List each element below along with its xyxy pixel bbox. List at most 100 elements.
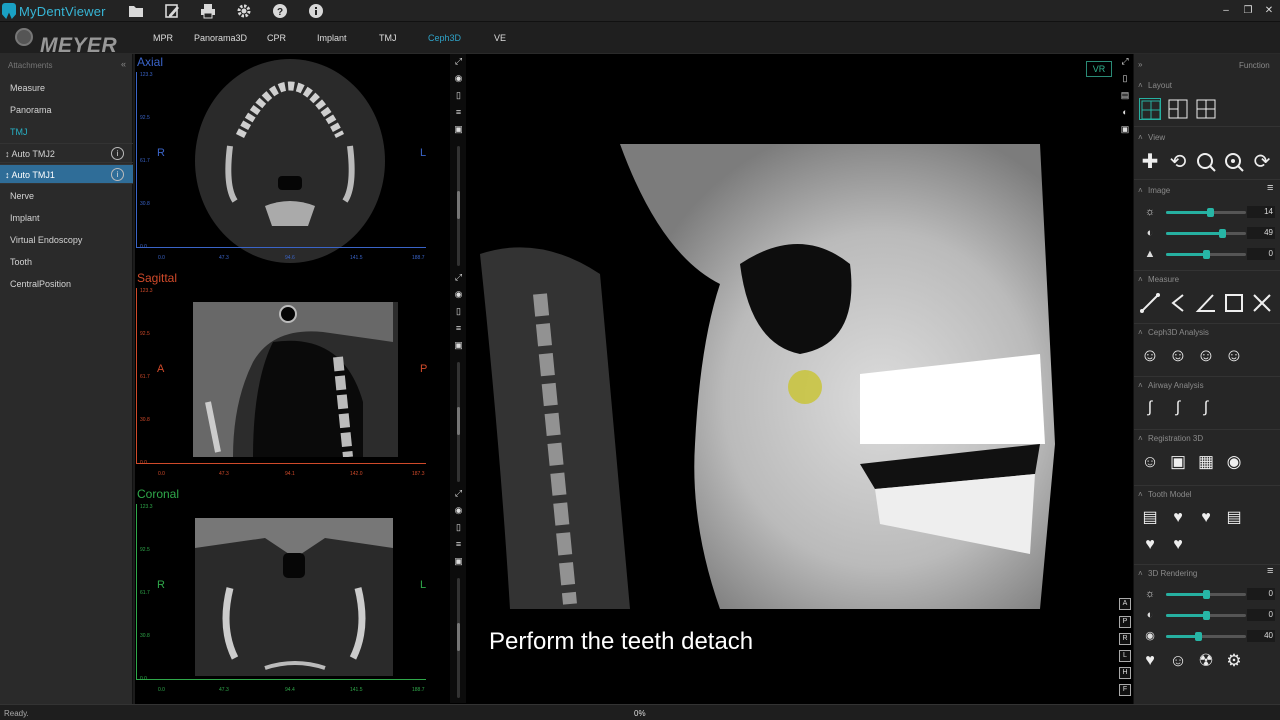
histogram-icon[interactable]: ▯ — [1119, 72, 1131, 84]
eye-icon[interactable]: ◉ — [453, 289, 464, 300]
menu-icon[interactable]: ≡ — [453, 539, 464, 550]
render-contrast-value[interactable]: 0 — [1247, 609, 1275, 621]
zoom-fit-icon[interactable] — [1223, 151, 1245, 173]
scrollbar-thumb[interactable] — [457, 407, 460, 435]
menu-icon[interactable]: ≡ — [453, 107, 464, 118]
histogram-icon[interactable]: ▯ — [453, 90, 464, 101]
dental-arch-icon[interactable]: ▤ — [1223, 507, 1245, 529]
reset-icon[interactable]: ⟳ — [1251, 151, 1273, 173]
tab-implant[interactable]: Implant — [317, 33, 347, 43]
slider-knob[interactable] — [1195, 632, 1202, 641]
collapse-left-icon[interactable]: « — [121, 59, 126, 69]
chevron-up-icon[interactable]: ˄ — [1138, 490, 1143, 499]
sidebar-item-tmj[interactable]: TMJ — [0, 122, 133, 142]
chevron-up-icon[interactable]: ˄ — [1138, 133, 1143, 142]
chevron-up-icon[interactable]: ˄ — [1138, 186, 1143, 195]
axial-scrollbar[interactable] — [457, 146, 460, 266]
chevron-up-icon[interactable]: ˄ — [1138, 434, 1143, 443]
tab-ve[interactable]: VE — [494, 33, 506, 43]
airway-icon[interactable]: ∫ — [1167, 397, 1189, 419]
chevron-up-icon[interactable]: ˄ — [1138, 328, 1143, 337]
info-icon[interactable]: i — [111, 147, 124, 160]
chevron-up-icon[interactable]: ˄ — [1138, 275, 1143, 284]
render-brightness-value[interactable]: 0 — [1247, 588, 1275, 600]
tab-tmj[interactable]: TMJ — [379, 33, 397, 43]
sagittal-viewport[interactable]: Sagittal 123.3 92.5 61.7 30.8 0.0 0.0 47… — [135, 270, 466, 487]
edit-icon[interactable] — [164, 3, 180, 19]
slider-knob[interactable] — [1203, 250, 1210, 259]
render-contrast-slider[interactable] — [1166, 611, 1246, 620]
camera-icon[interactable]: ▣ — [1119, 123, 1131, 135]
folder-icon[interactable] — [128, 3, 144, 19]
scrollbar-thumb[interactable] — [457, 623, 460, 651]
slider-knob[interactable] — [1207, 208, 1214, 217]
camera-icon[interactable]: ▣ — [453, 340, 464, 351]
sidebar-item-nerve[interactable]: Nerve — [0, 186, 133, 206]
collapse-right-icon[interactable]: » — [1138, 60, 1142, 69]
view-left-button[interactable]: L — [1119, 650, 1131, 662]
image-menu-icon[interactable]: ≡ — [1267, 182, 1273, 194]
ceph-head-icon[interactable]: ☺ — [1139, 344, 1161, 366]
print-icon[interactable] — [200, 3, 216, 19]
tab-cpr[interactable]: CPR — [267, 33, 286, 43]
render-opacity-value[interactable]: 40 — [1247, 630, 1275, 642]
render-head-icon[interactable]: ☺ — [1167, 650, 1189, 672]
rectangle-icon[interactable] — [1223, 292, 1245, 314]
histogram-icon[interactable]: ▯ — [453, 306, 464, 317]
slider-knob[interactable] — [1219, 229, 1226, 238]
chevron-up-icon[interactable]: ˄ — [1138, 81, 1143, 90]
tooth-split-icon[interactable]: ♥ — [1195, 507, 1217, 529]
layout-1-icon[interactable] — [1139, 98, 1161, 120]
fullscreen-icon[interactable]: ⤢ — [1119, 55, 1131, 67]
polyline-icon[interactable] — [1167, 292, 1189, 314]
tooth-icon[interactable]: ♥ — [1167, 534, 1189, 556]
render-brightness-slider[interactable] — [1166, 590, 1246, 599]
eye-icon[interactable]: ◉ — [453, 73, 464, 84]
volume-render-view[interactable]: VR Perform the teeth detach — [466, 54, 1133, 704]
camera-icon[interactable]: ▣ — [453, 124, 464, 135]
gear-icon[interactable] — [236, 3, 252, 19]
minimize-icon[interactable]: – — [1219, 4, 1233, 18]
menu-icon[interactable]: ≡ — [453, 323, 464, 334]
chevron-up-icon[interactable]: ˄ — [1138, 569, 1143, 578]
ceph-head-icon[interactable]: ☺ — [1223, 344, 1245, 366]
registration-head-icon[interactable]: ☺ — [1139, 451, 1161, 473]
hatch-icon[interactable]: ▤ — [1119, 89, 1131, 101]
render-opacity-slider[interactable] — [1166, 632, 1246, 641]
maximize-icon[interactable]: ⤢ — [453, 272, 464, 283]
ceph-head-icon[interactable]: ☺ — [1195, 344, 1217, 366]
airway-icon[interactable]: ∫ — [1139, 397, 1161, 419]
render-skull-icon[interactable]: ☢ — [1195, 650, 1217, 672]
ceph-head-icon[interactable]: ☺ — [1167, 344, 1189, 366]
dental-arch-icon[interactable]: ▤ — [1139, 507, 1161, 529]
image-sharpen-value[interactable]: 0 — [1247, 248, 1275, 260]
image-contrast-value[interactable]: 49 — [1247, 227, 1275, 239]
sidebar-item-measure[interactable]: Measure — [0, 78, 133, 98]
tab-mpr[interactable]: MPR — [153, 33, 173, 43]
view-head-button[interactable]: H — [1119, 667, 1131, 679]
maximize-icon[interactable]: ⤢ — [453, 56, 464, 67]
sidebar-item-panorama[interactable]: Panorama — [0, 100, 133, 120]
image-sharpen-slider[interactable] — [1166, 250, 1246, 259]
maximize-icon[interactable]: ⤢ — [453, 488, 464, 499]
sidebar-item-tooth[interactable]: Tooth — [0, 252, 133, 272]
image-brightness-value[interactable]: 14 — [1247, 206, 1275, 218]
contrast-toggle-icon[interactable]: ◐ — [1119, 106, 1131, 118]
slider-knob[interactable] — [1203, 590, 1210, 599]
sidebar-item-auto-tmj2[interactable]: ↕ Auto TMJ2 i — [0, 143, 133, 163]
histogram-icon[interactable]: ▯ — [453, 522, 464, 533]
info-icon[interactable]: i — [111, 168, 124, 181]
render-settings-head-icon[interactable]: ⚙ — [1223, 650, 1245, 672]
rotate-icon[interactable]: ⟲ — [1167, 151, 1189, 173]
view-posterior-button[interactable]: P — [1119, 616, 1131, 628]
help-icon[interactable]: ? — [272, 3, 288, 19]
rendering-menu-icon[interactable]: ≡ — [1267, 565, 1273, 577]
axial-viewport[interactable]: Axial 123.3 92.5 61.7 30.8 0.0 0.0 47.3 … — [135, 54, 466, 271]
sidebar-item-centralposition[interactable]: CentralPosition — [0, 274, 133, 294]
image-contrast-slider[interactable] — [1166, 229, 1246, 238]
tooth-icon[interactable]: ♥ — [1167, 507, 1189, 529]
coronal-viewport[interactable]: Coronal 123.3 92.5 61.7 30.8 0.0 0.0 47.… — [135, 486, 466, 703]
tooth-icon[interactable]: ♥ — [1139, 534, 1161, 556]
view-foot-button[interactable]: F — [1119, 684, 1131, 696]
registration-eye-icon[interactable]: ◉ — [1223, 451, 1245, 473]
